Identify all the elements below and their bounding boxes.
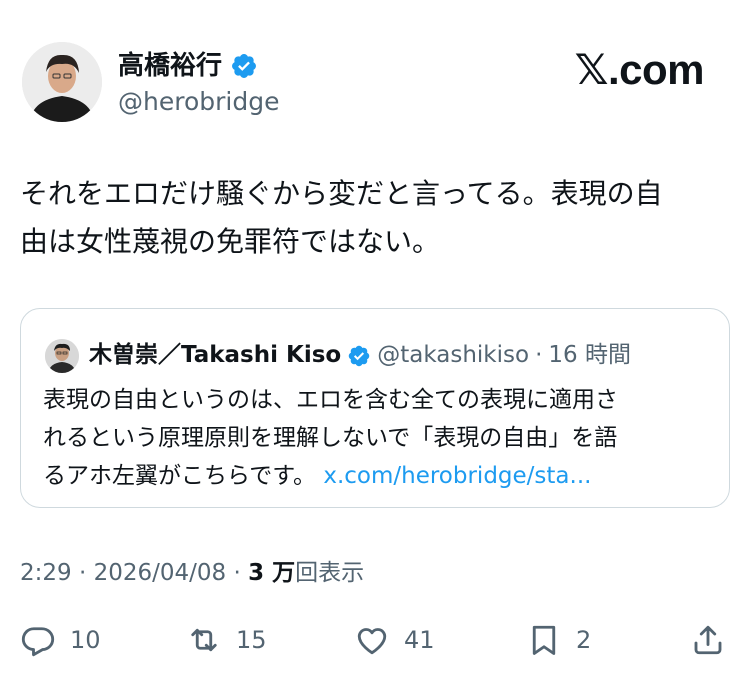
quoted-author-handle[interactable]: @takashikiso xyxy=(377,337,529,373)
quoted-tweet-card[interactable]: 木曽崇／Takashi Kiso @takashikiso · 16 時間 表現… xyxy=(20,308,730,508)
meta-separator: · xyxy=(226,560,249,586)
quoted-tweet-time[interactable]: 16 時間 xyxy=(548,337,631,373)
like-button[interactable]: 41 xyxy=(354,615,435,665)
bookmark-button[interactable]: 2 xyxy=(526,615,591,665)
retweet-icon xyxy=(191,628,217,652)
meta-separator: · xyxy=(71,560,94,586)
quoted-author-avatar[interactable] xyxy=(45,339,79,373)
quoted-tweet-text: 表現の自由というのは、エロを含む全ての表現に適用さ れるという原理原則を理解しな… xyxy=(43,381,713,495)
verified-badge-icon xyxy=(347,343,371,367)
tweet-time[interactable]: 2:29 xyxy=(20,560,72,586)
reply-count: 10 xyxy=(70,626,101,654)
quoted-author-name[interactable]: 木曽崇／Takashi Kiso xyxy=(89,337,341,373)
author-handle[interactable]: @herobridge xyxy=(118,86,279,118)
share-button[interactable] xyxy=(690,615,740,665)
action-bar: 10 15 41 2 xyxy=(0,615,750,665)
author-name[interactable]: 高橋裕行 xyxy=(118,50,222,82)
quoted-tweet-link[interactable]: x.com/herobridge/sta... xyxy=(323,463,591,489)
retweet-count: 15 xyxy=(236,626,267,654)
author-name-row[interactable]: 高橋裕行 xyxy=(118,50,258,82)
views-count: 3 万 xyxy=(248,560,296,586)
reply-icon xyxy=(21,627,55,657)
x-logo: 𝕏.com xyxy=(574,46,705,93)
verified-badge-icon xyxy=(230,52,258,80)
tweet-meta: 2:29 · 2026/04/08 · 3 万回表示 xyxy=(20,557,364,589)
separator-dot: · xyxy=(535,342,543,368)
share-icon xyxy=(694,625,722,655)
tweet-screenshot: 高橋裕行 @herobridge 𝕏.com それをエロだけ騒ぐから変だと言って… xyxy=(0,0,750,682)
views-label: 回表示 xyxy=(295,560,365,586)
bookmark-icon xyxy=(532,625,556,655)
bookmark-count: 2 xyxy=(576,626,592,654)
quoted-tweet-header: 木曽崇／Takashi Kiso @takashikiso · 16 時間 xyxy=(89,337,631,373)
heart-icon xyxy=(357,628,387,655)
like-count: 41 xyxy=(404,626,435,654)
retweet-button[interactable]: 15 xyxy=(186,615,267,665)
reply-button[interactable]: 10 xyxy=(20,615,101,665)
author-avatar[interactable] xyxy=(22,42,102,122)
tweet-date[interactable]: 2026/04/08 xyxy=(94,560,227,586)
tweet-text: それをエロだけ騒ぐから変だと言ってる。表現の自 由は女性蔑視の免罪符ではない。 xyxy=(20,177,663,258)
